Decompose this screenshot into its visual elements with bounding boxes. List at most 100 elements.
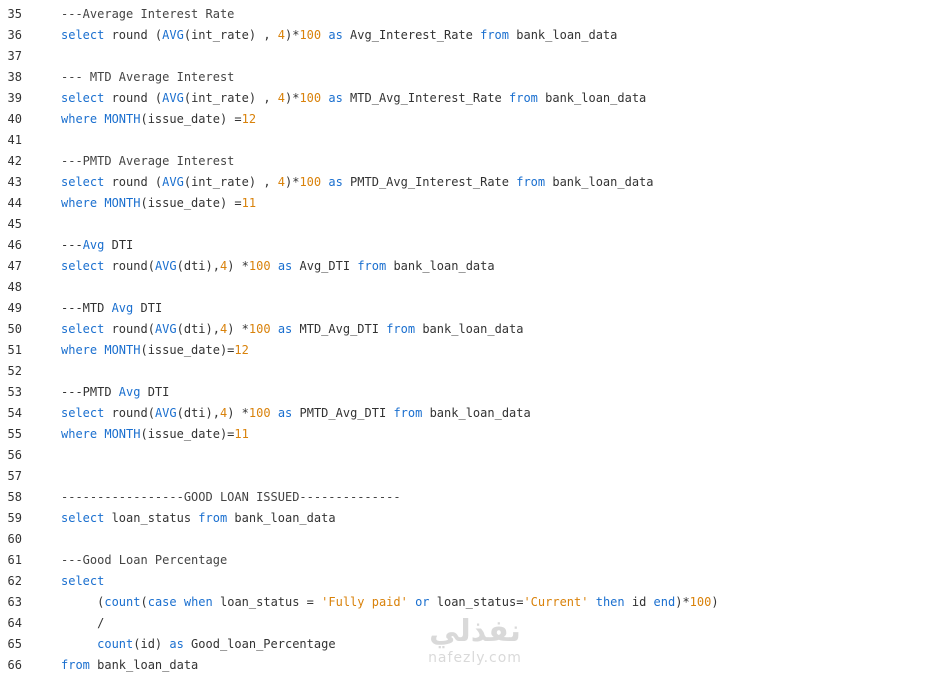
code-line[interactable]: 55 where MONTH(issue_date)=11 xyxy=(0,424,951,445)
line-number: 62 xyxy=(7,574,22,588)
line-code[interactable]: --- MTD Average Interest xyxy=(61,67,234,88)
code-line[interactable]: 46 ---Avg DTI xyxy=(0,235,951,256)
sql-number: 100 xyxy=(689,595,712,609)
code-line[interactable]: 39 select round (AVG(int_rate) , 4)*100 a… xyxy=(0,88,951,109)
code-line[interactable]: 62 select xyxy=(0,571,951,592)
line-number: 54 xyxy=(7,406,22,420)
line-code[interactable]: ---PMTD Avg DTI xyxy=(61,382,169,403)
code-line[interactable]: 35 ---Average Interest Rate xyxy=(0,4,951,25)
line-code[interactable]: count(id) as Good_loan_Percentage xyxy=(61,634,335,655)
sql-token: ( xyxy=(61,595,105,609)
code-line[interactable]: 45 xyxy=(0,214,951,235)
line-code[interactable]: select round(AVG(dti),4) *100 as Avg_DTI… xyxy=(61,256,495,277)
code-line[interactable]: 51 where MONTH(issue_date)=12 xyxy=(0,340,951,361)
code-line[interactable]: 53 ---PMTD Avg DTI xyxy=(0,382,951,403)
sql-keyword: where xyxy=(61,427,98,441)
line-code[interactable]: where MONTH(issue_date)=12 xyxy=(61,340,249,361)
code-line[interactable]: 56 xyxy=(0,445,951,466)
code-line[interactable]: 59 select loan_status from bank_loan_data xyxy=(0,508,951,529)
sql-keyword: MONTH xyxy=(104,343,141,357)
line-code[interactable]: ---Average Interest Rate xyxy=(61,4,234,25)
line-code[interactable]: select round (AVG(int_rate) , 4)*100 as … xyxy=(61,172,654,193)
code-line[interactable]: 44 where MONTH(issue_date) =11 xyxy=(0,193,951,214)
code-line[interactable]: 42 ---PMTD Average Interest xyxy=(0,151,951,172)
sql-number: 4 xyxy=(277,175,285,189)
sql-keyword: or xyxy=(415,595,430,609)
line-number: 46 xyxy=(7,238,22,252)
code-line[interactable]: 41 xyxy=(0,130,951,151)
sql-comment: -----------------GOOD LOAN ISSUED-------… xyxy=(61,490,401,504)
code-line[interactable]: 61 ---Good Loan Percentage xyxy=(0,550,951,571)
sql-token: (dti), xyxy=(176,322,220,336)
code-line[interactable]: 47 select round(AVG(dti),4) *100 as Avg_D… xyxy=(0,256,951,277)
line-code[interactable]: select xyxy=(61,571,104,592)
line-code[interactable]: select loan_status from bank_loan_data xyxy=(61,508,336,529)
line-code[interactable]: -----------------GOOD LOAN ISSUED-------… xyxy=(61,487,401,508)
line-code[interactable]: select round(AVG(dti),4) *100 as MTD_Avg… xyxy=(61,319,523,340)
code-line[interactable]: 40 where MONTH(issue_date) =12 xyxy=(0,109,951,130)
code-line[interactable]: 60 xyxy=(0,529,951,550)
line-code[interactable]: (count(case when loan_status = 'Fully pa… xyxy=(61,592,718,613)
sql-keyword: as xyxy=(277,406,293,420)
code-line[interactable]: 36 select round (AVG(int_rate) , 4)*100 a… xyxy=(0,25,951,46)
line-code[interactable]: where MONTH(issue_date)=11 xyxy=(61,424,249,445)
line-number: 65 xyxy=(7,637,22,651)
code-line[interactable]: 52 xyxy=(0,361,951,382)
sql-token: id xyxy=(624,595,654,609)
sql-keyword: AVG xyxy=(154,259,177,273)
sql-token: )* xyxy=(675,595,690,609)
code-line[interactable]: 54 select round(AVG(dti),4) *100 as PMTD_… xyxy=(0,403,951,424)
sql-keyword: when xyxy=(183,595,213,609)
line-code[interactable]: ---PMTD Average Interest xyxy=(61,151,234,172)
code-line[interactable]: 58 -----------------GOOD LOAN ISSUED-----… xyxy=(0,487,951,508)
sql-token: PMTD_Avg_Interest_Rate xyxy=(342,175,517,189)
sql-keyword: from xyxy=(509,91,538,105)
code-line[interactable]: 37 xyxy=(0,46,951,67)
line-code[interactable]: select round (AVG(int_rate) , 4)*100 as … xyxy=(61,88,646,109)
line-code[interactable]: ---Avg DTI xyxy=(61,235,133,256)
sql-token: bank_loan_data xyxy=(227,511,336,525)
line-code[interactable]: where MONTH(issue_date) =11 xyxy=(61,193,256,214)
line-code[interactable]: / xyxy=(61,613,104,634)
line-number: 38 xyxy=(7,70,22,84)
sql-keyword: AVG xyxy=(162,28,184,42)
code-line[interactable]: 63 (count(case when loan_status = 'Fully… xyxy=(0,592,951,613)
line-code[interactable]: ---MTD Avg DTI xyxy=(61,298,162,319)
code-line[interactable]: 38 --- MTD Average Interest xyxy=(0,67,951,88)
sql-token: bank_loan_data xyxy=(509,28,618,42)
code-line[interactable]: 57 xyxy=(0,466,951,487)
sql-token: --- xyxy=(61,238,83,252)
sql-comment: ---PMTD Average Interest xyxy=(61,154,235,168)
sql-token: (int_rate) , xyxy=(183,28,278,42)
sql-token: (int_rate) , xyxy=(183,91,278,105)
watermark-arabic: نفذلي xyxy=(429,614,521,649)
line-number: 51 xyxy=(7,343,22,357)
sql-token: ( xyxy=(140,595,148,609)
line-number: 44 xyxy=(7,196,22,210)
sql-keyword: MONTH xyxy=(104,112,141,126)
code-line[interactable]: 48 xyxy=(0,277,951,298)
sql-keyword: where xyxy=(61,343,98,357)
line-number: 60 xyxy=(7,532,22,546)
sql-token: loan_status= xyxy=(429,595,524,609)
sql-token: (dti), xyxy=(176,406,220,420)
sql-keyword: from xyxy=(357,259,387,273)
line-code[interactable]: where MONTH(issue_date) =12 xyxy=(61,109,256,130)
sql-token: bank_loan_data xyxy=(422,406,531,420)
line-code[interactable]: from bank_loan_data xyxy=(61,655,198,676)
code-editor[interactable]: 35 ---Average Interest Rate 36 select round… xyxy=(0,4,951,676)
line-code[interactable]: ---Good Loan Percentage xyxy=(61,550,227,571)
line-number: 50 xyxy=(7,322,22,336)
sql-number: 100 xyxy=(248,406,271,420)
code-line[interactable]: 43 select round (AVG(int_rate) , 4)*100 a… xyxy=(0,172,951,193)
sql-token: (issue_date)= xyxy=(140,343,235,357)
code-line[interactable]: 50 select round(AVG(dti),4) *100 as MTD_A… xyxy=(0,319,951,340)
code-line[interactable]: 49 ---MTD Avg DTI xyxy=(0,298,951,319)
line-code[interactable]: select round(AVG(dti),4) *100 as PMTD_Av… xyxy=(61,403,531,424)
sql-keyword: case xyxy=(147,595,177,609)
sql-token: DTI xyxy=(140,385,170,399)
line-code[interactable]: select round (AVG(int_rate) , 4)*100 as … xyxy=(61,25,617,46)
sql-number: 100 xyxy=(248,322,271,336)
watermark-latin: nafezly.com xyxy=(428,650,522,666)
